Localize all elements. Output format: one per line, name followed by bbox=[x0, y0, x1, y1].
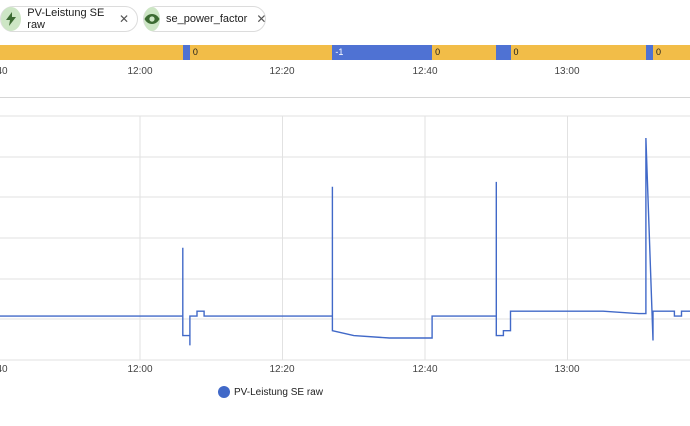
tick-label: 40 bbox=[0, 364, 8, 375]
tick-label: 12:20 bbox=[269, 364, 295, 375]
chart-legend[interactable]: PV-Leistung SE raw bbox=[218, 386, 323, 398]
tick-label: 12:40 bbox=[412, 364, 438, 375]
legend-label: PV-Leistung SE raw bbox=[234, 386, 323, 398]
series-line-pv-leistung bbox=[0, 137, 690, 346]
line-chart bbox=[0, 115, 690, 361]
tick-label: 13:00 bbox=[554, 364, 580, 375]
legend-swatch bbox=[218, 386, 230, 398]
tick-label: 12:00 bbox=[127, 364, 153, 375]
